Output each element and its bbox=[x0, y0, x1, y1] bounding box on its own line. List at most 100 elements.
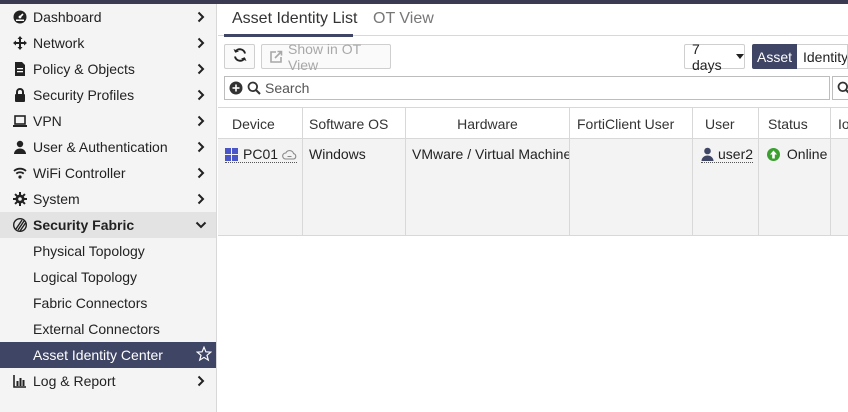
sidebar-subitem-physical-topology[interactable]: Physical Topology bbox=[0, 238, 216, 264]
wifi-icon bbox=[12, 165, 28, 181]
cloud-icon bbox=[282, 149, 297, 160]
sidebar-subitem-label: Logical Topology bbox=[33, 269, 138, 285]
sidebar-item-label: Log & Report bbox=[33, 373, 116, 389]
user-icon bbox=[12, 139, 28, 155]
tab-ot-view[interactable]: OT View bbox=[373, 10, 434, 28]
sidebar: Dashboard Network Policy & Objects Secur… bbox=[0, 4, 217, 412]
chevron-right-icon bbox=[194, 113, 208, 129]
column-header-status[interactable]: Status bbox=[759, 108, 831, 139]
device-link[interactable]: PC01 bbox=[225, 146, 298, 163]
column-header-device[interactable]: Device bbox=[218, 108, 303, 139]
asset-view-toggle[interactable]: Asset bbox=[752, 44, 797, 69]
chevron-down-icon bbox=[194, 217, 208, 233]
toolbar: Show in OT View 7 days Asset Identity bbox=[218, 41, 848, 73]
sidebar-subitem-label: External Connectors bbox=[33, 321, 160, 337]
sidebar-item-label: Security Profiles bbox=[33, 87, 135, 103]
column-header-user[interactable]: User bbox=[693, 108, 759, 139]
chevron-right-icon bbox=[194, 87, 208, 103]
column-header-forticlient-user[interactable]: FortiClient User bbox=[570, 108, 693, 139]
device-name: PC01 bbox=[243, 146, 279, 162]
fabric-icon bbox=[12, 217, 28, 233]
tab-asset-identity-list[interactable]: Asset Identity List bbox=[232, 10, 357, 28]
show-in-ot-view-label: Show in OT View bbox=[288, 40, 361, 73]
cell-software-os: Windows bbox=[303, 139, 406, 236]
sidebar-item-label: User & Authentication bbox=[33, 139, 168, 155]
chevron-right-icon bbox=[194, 9, 208, 25]
sidebar-item-label: WiFi Controller bbox=[33, 165, 126, 181]
refresh-button[interactable] bbox=[224, 44, 255, 69]
asset-table: Device Software OS Hardware FortiClient … bbox=[218, 107, 848, 237]
user-icon bbox=[701, 147, 714, 161]
cell-io bbox=[831, 139, 848, 236]
cell-user: user2 bbox=[693, 139, 759, 236]
add-filter-icon[interactable] bbox=[229, 81, 243, 95]
refresh-icon bbox=[232, 47, 248, 66]
sidebar-item-network[interactable]: Network bbox=[0, 30, 216, 56]
sidebar-subitem-label: Fabric Connectors bbox=[33, 295, 148, 311]
network-arrows-icon bbox=[12, 35, 28, 51]
laptop-icon bbox=[12, 113, 28, 129]
chevron-right-icon bbox=[194, 191, 208, 207]
chevron-right-icon bbox=[194, 373, 208, 389]
dashboard-icon bbox=[12, 9, 28, 25]
chevron-right-icon bbox=[194, 139, 208, 155]
sidebar-item-log-report[interactable]: Log & Report bbox=[0, 368, 216, 394]
chevron-right-icon bbox=[194, 61, 208, 77]
sidebar-subitem-fabric-connectors[interactable]: Fabric Connectors bbox=[0, 290, 216, 316]
main-content: Asset Identity List OT View Show in OT V… bbox=[218, 4, 848, 412]
search-bar bbox=[224, 76, 830, 100]
cell-forticlient-user bbox=[570, 139, 693, 236]
policy-icon bbox=[12, 61, 28, 77]
column-header-hardware[interactable]: Hardware bbox=[406, 108, 570, 139]
sidebar-item-dashboard[interactable]: Dashboard bbox=[0, 4, 216, 30]
sidebar-subitem-label: Physical Topology bbox=[33, 243, 145, 259]
favorite-star-icon[interactable] bbox=[195, 345, 213, 362]
active-tab-indicator bbox=[224, 34, 353, 37]
sidebar-item-label: Dashboard bbox=[33, 9, 102, 25]
sidebar-item-label: Policy & Objects bbox=[33, 61, 135, 77]
sidebar-item-label: System bbox=[33, 191, 80, 207]
chevron-right-icon bbox=[194, 35, 208, 51]
sidebar-subitem-logical-topology[interactable]: Logical Topology bbox=[0, 264, 216, 290]
chevron-right-icon bbox=[194, 165, 208, 181]
external-link-icon bbox=[269, 50, 283, 64]
sidebar-item-system[interactable]: System bbox=[0, 186, 216, 212]
sidebar-item-security-profiles[interactable]: Security Profiles bbox=[0, 82, 216, 108]
tab-bar: Asset Identity List OT View bbox=[218, 4, 848, 37]
sidebar-item-label: VPN bbox=[33, 113, 62, 129]
cell-device: PC01 bbox=[218, 139, 303, 236]
online-status-icon bbox=[767, 148, 780, 161]
table-row[interactable]: PC01 Windows VMware / Virtual Machine us… bbox=[218, 139, 848, 236]
identity-view-toggle[interactable]: Identity bbox=[797, 44, 848, 69]
search-submit-button[interactable] bbox=[832, 76, 848, 100]
show-in-ot-view-button[interactable]: Show in OT View bbox=[261, 41, 391, 73]
sidebar-item-vpn[interactable]: VPN bbox=[0, 108, 216, 134]
search-input[interactable] bbox=[265, 80, 805, 96]
search-icon bbox=[247, 81, 261, 95]
column-header-software-os[interactable]: Software OS bbox=[303, 108, 406, 139]
status-text: Online bbox=[786, 146, 828, 162]
column-header-io[interactable]: Io bbox=[831, 108, 848, 139]
cell-status: Online bbox=[759, 139, 831, 236]
windows-icon bbox=[225, 147, 238, 161]
search-icon bbox=[837, 81, 848, 95]
sidebar-subitem-external-connectors[interactable]: External Connectors bbox=[0, 316, 216, 342]
user-link[interactable]: user2 bbox=[701, 146, 754, 163]
user-name: user2 bbox=[718, 146, 754, 162]
sidebar-subitem-asset-identity-center[interactable]: Asset Identity Center bbox=[0, 342, 216, 368]
sidebar-subitem-label: Asset Identity Center bbox=[33, 347, 163, 363]
sidebar-item-security-fabric[interactable]: Security Fabric bbox=[0, 212, 216, 238]
sidebar-item-user-authentication[interactable]: User & Authentication bbox=[0, 134, 216, 160]
gear-icon bbox=[12, 191, 28, 207]
time-range-dropdown[interactable]: 7 days bbox=[684, 41, 745, 73]
caret-down-icon bbox=[736, 54, 744, 59]
sidebar-item-label: Security Fabric bbox=[33, 217, 135, 233]
lock-icon bbox=[12, 87, 28, 103]
sidebar-item-policy-objects[interactable]: Policy & Objects bbox=[0, 56, 216, 82]
table-header: Device Software OS Hardware FortiClient … bbox=[218, 107, 848, 139]
time-range-value: 7 days bbox=[692, 40, 722, 73]
sidebar-item-label: Network bbox=[33, 35, 85, 51]
chart-icon bbox=[12, 373, 28, 389]
cell-hardware: VMware / Virtual Machine bbox=[406, 139, 570, 236]
sidebar-item-wifi-controller[interactable]: WiFi Controller bbox=[0, 160, 216, 186]
